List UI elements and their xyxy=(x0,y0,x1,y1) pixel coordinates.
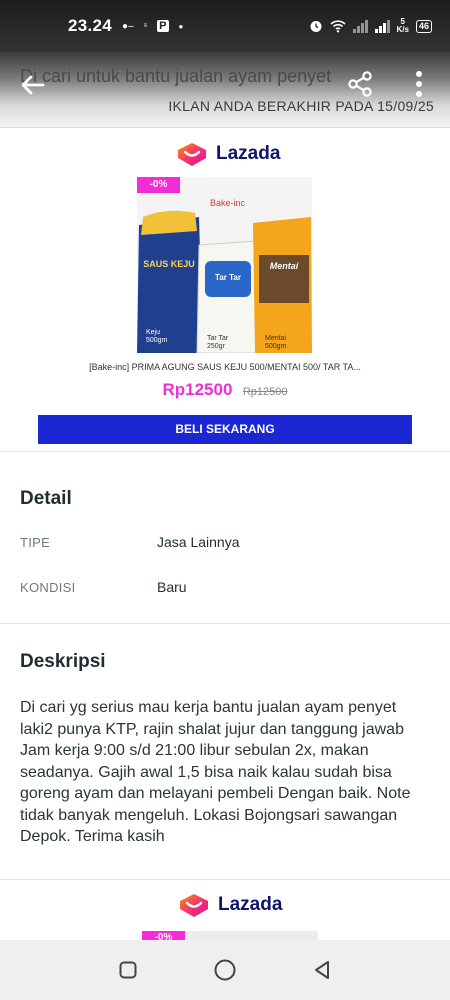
notification-icons: ●– ≡ P ● xyxy=(122,20,183,32)
divider xyxy=(0,451,450,452)
home-icon xyxy=(214,959,236,981)
battery-icon: 46 xyxy=(415,19,432,33)
description-title: Deskripsi xyxy=(20,651,106,672)
discount-badge: -0% xyxy=(142,931,185,940)
back-button[interactable] xyxy=(309,957,335,983)
app-bar: Di cari untuk bantu jualan ayam penyet I… xyxy=(0,52,450,128)
lazada-brand-text: Lazada xyxy=(218,894,283,915)
notification-icon: ≡ xyxy=(143,23,148,29)
price-row: Rp12500 Rp12500 xyxy=(0,380,450,400)
detail-title: Detail xyxy=(20,488,72,509)
dot-icon: ● xyxy=(178,21,184,31)
status-time: 23.24 xyxy=(68,16,113,35)
lazada-brand-text: Lazada xyxy=(216,143,281,164)
lazada-ad-2[interactable]: Lazada -0% xyxy=(0,880,450,940)
system-nav-bar xyxy=(0,940,450,1000)
parking-app-icon: P xyxy=(157,20,169,32)
network-speed-unit: K/s xyxy=(396,25,409,34)
more-vert-icon[interactable] xyxy=(408,68,430,100)
package-label-tar-tar: Tar Tar xyxy=(215,273,241,282)
detail-value-type: Jasa Lainnya xyxy=(157,534,240,550)
product-image[interactable]: Bake-inc SAUS KEJU Tar Tar Mentai Keju 5… xyxy=(137,177,312,353)
buy-now-button[interactable]: BELI SEKARANG xyxy=(38,415,412,444)
package-caption-keju: Keju 500gm xyxy=(146,329,168,344)
package-caption-mentai: Mentai 500gm xyxy=(265,335,287,350)
page-title: Di cari untuk bantu jualan ayam penyet xyxy=(20,66,332,86)
back-arrow-icon[interactable] xyxy=(18,70,48,100)
lazada-heart-icon xyxy=(178,143,206,166)
product-price: Rp12500 xyxy=(162,380,233,399)
lazada-logo: Lazada xyxy=(178,891,282,919)
detail-key-condition: KONDISI xyxy=(20,580,76,595)
image-brand-label: Bake-inc xyxy=(210,198,246,208)
wifi-icon xyxy=(329,20,346,33)
recents-button[interactable] xyxy=(115,957,141,983)
product-name[interactable]: [Bake-inc] PRIMA AGUNG SAUS KEJU 500/MEN… xyxy=(0,362,450,372)
package-label-saus-keju: SAUS KEJU xyxy=(143,259,195,269)
detail-value-condition: Baru xyxy=(157,579,187,595)
detail-key-type: TIPE xyxy=(20,535,51,550)
notification-icon: ●– xyxy=(122,20,134,32)
network-speed: 5 K/s xyxy=(397,18,409,34)
ad-expiry-text: IKLAN ANDA BERAKHIR PADA 15/09/25 xyxy=(168,98,434,114)
lazada-logo: Lazada xyxy=(176,140,280,168)
back-triangle-icon xyxy=(314,961,329,979)
product-old-price: Rp12500 xyxy=(242,386,288,398)
home-button[interactable] xyxy=(212,957,238,983)
signal-icon xyxy=(352,19,368,33)
discount-badge: -0% xyxy=(137,177,180,193)
alarm-icon xyxy=(310,21,322,32)
divider xyxy=(0,623,450,624)
lazada-heart-icon xyxy=(180,894,208,917)
package-label-mentai: Mentai xyxy=(269,261,299,271)
share-icon[interactable] xyxy=(346,70,374,98)
status-right: 5 K/s 46 xyxy=(309,18,432,34)
status-bar: 23.24 ●– ≡ P ● 5 K/s 46 xyxy=(0,0,450,52)
recents-icon xyxy=(119,961,137,979)
lazada-ad[interactable]: Lazada Bake-inc SAUS KEJU Tar Tar Mentai… xyxy=(0,128,450,450)
description-text: Di cari yg serius mau kerja bantu jualan… xyxy=(20,699,411,845)
signal-icon xyxy=(374,19,390,33)
package-caption-tar-tar: Tar Tar 250gr xyxy=(207,335,229,350)
